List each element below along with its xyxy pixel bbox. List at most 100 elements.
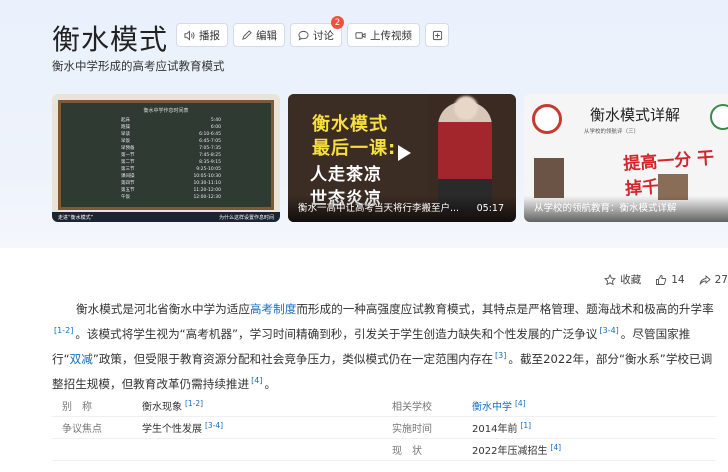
pencil-icon	[242, 29, 252, 40]
alias-citation[interactable]: [1-2]	[185, 399, 203, 408]
poster-photo	[534, 158, 564, 198]
edit-label: 编辑	[256, 29, 277, 42]
discuss-badge: 2	[331, 16, 344, 29]
board-row-time: 7:45-8:25	[199, 153, 221, 158]
info-divider	[52, 416, 716, 417]
board-row-time: 6:00	[210, 125, 221, 130]
poster-caption: 从学校的领航教育：衡水模式详解	[534, 203, 677, 214]
board-row-time: 10:30-11:10	[193, 181, 221, 186]
time-value-text: 2014年前	[472, 424, 518, 435]
board-footer-left: 走进“衡水模式”	[58, 215, 94, 221]
summary-paragraph: 衡水模式是河北省衡水中学为适应高考制度而形成的一种高强度应试教育模式，其特点是严…	[52, 298, 716, 395]
board-row-label: 午饭	[121, 195, 130, 200]
share-button[interactable]: 27	[699, 272, 728, 287]
board-row-label: 第三节	[121, 167, 135, 172]
play-button[interactable]: 播报	[176, 23, 228, 47]
board-row-label: 第四节	[121, 181, 135, 186]
focus-citation[interactable]: [3-4]	[205, 421, 223, 430]
share-icon	[699, 274, 711, 285]
link-gaokao-system[interactable]: 高考制度	[250, 302, 296, 316]
board-row-time: 12:00-12:30	[193, 195, 221, 200]
school-link[interactable]: 衡水中学	[472, 402, 512, 413]
board-row-time: 6:45-7:05	[199, 139, 221, 144]
blurred-face	[454, 96, 478, 120]
info-value-alias: 衡水现象 [1-2]	[142, 398, 203, 413]
board-rows: 起床 5:40 跑操 6:00 早读 6:10-6:45 早饭 6:45-7:05 早预备 7:0…	[121, 117, 221, 201]
favorite-label: 收藏	[620, 274, 642, 286]
info-divider	[52, 460, 716, 461]
edit-button[interactable]: 编辑	[233, 23, 285, 47]
blackboard-image: 衡水中学作息时间表 起床 5:40 跑操 6:00 早读 6:10-6:45 早饭 6:45-…	[58, 100, 274, 210]
citation-1[interactable]: [1-2]	[54, 326, 73, 335]
add-button[interactable]	[425, 23, 449, 47]
upload-video-button[interactable]: 上传视频	[347, 23, 420, 47]
discuss-label: 讨论	[313, 29, 334, 42]
info-divider	[52, 438, 716, 439]
video-line-2: 最后一课:	[312, 138, 397, 159]
info-value-status: 2022年压减招生 [4]	[472, 442, 561, 457]
toolbar: 播报 编辑 讨论 2 上传视频	[176, 16, 449, 47]
discuss-button[interactable]: 讨论 2	[290, 16, 344, 47]
board-row-label: 起床	[121, 118, 130, 123]
info-value-school: 衡水中学 [4]	[472, 398, 526, 413]
info-key-alias: 别 称	[62, 402, 92, 413]
share-count: 27	[714, 273, 728, 286]
summary-text-5: ”政策，但受限于教育资源分配和社会竞争压力，类似模式仍在一定范围内存在	[92, 352, 494, 366]
link-double-reduction[interactable]: 双减	[70, 352, 93, 366]
star-icon	[604, 273, 617, 285]
video-duration: 05:17	[476, 203, 504, 214]
summary-text-1: 衡水模式是河北省衡水中学为适应	[76, 302, 250, 316]
board-row-time: 9:25-10:05	[196, 167, 221, 172]
info-key-time: 实施时间	[392, 424, 432, 435]
status-citation[interactable]: [4]	[550, 443, 561, 452]
poster-subtitle: 从学校的领航评（三）	[584, 129, 640, 135]
board-row-time: 8:35-9:15	[199, 160, 221, 165]
board-row-time: 5:40	[210, 118, 221, 123]
article-actions: 收藏 14 27	[604, 272, 728, 287]
favorite-button[interactable]: 收藏	[604, 272, 641, 287]
info-key-focus: 争议焦点	[62, 424, 102, 435]
board-row: 第四节 10:30-11:10	[121, 180, 221, 187]
info-key-school: 相关学校	[392, 402, 432, 413]
thumbs-up-icon	[656, 274, 667, 285]
board-heading: 衡水中学作息时间表	[143, 108, 189, 114]
board-row: 第五节 11:20-12:00	[121, 187, 221, 194]
board-row-label: 第一节	[121, 153, 135, 158]
board-row-time: 10:05-10:30	[193, 174, 221, 179]
citation-3[interactable]: [3]	[495, 351, 506, 360]
info-value-time: 2014年前 [1]	[472, 420, 531, 435]
play-label: 播报	[199, 29, 220, 42]
media-video[interactable]: 衡水模式 最后一课: 人走茶凉 世态炎凉 衡水一高中让高考当天将行李搬至户...…	[288, 94, 516, 222]
board-row-label: 跑操	[121, 125, 130, 130]
media-schedule-board[interactable]: 衡水中学作息时间表 起床 5:40 跑操 6:00 早读 6:10-6:45 早饭 6:45-…	[52, 94, 280, 222]
school-citation[interactable]: [4]	[515, 399, 526, 408]
board-row: 跑操 6:00	[121, 124, 221, 131]
board-row-label: 第五节	[121, 188, 135, 193]
time-citation[interactable]: [1]	[520, 421, 531, 430]
board-row: 第三节 9:25-10:05	[121, 166, 221, 173]
video-line-3: 人走茶凉	[310, 165, 382, 185]
video-camera-icon	[355, 31, 366, 39]
board-row: 午饭 12:00-12:30	[121, 194, 221, 201]
board-row: 课间操 10:05-10:30	[121, 173, 221, 180]
board-row-label: 早读	[121, 132, 130, 137]
like-button[interactable]: 14	[655, 272, 685, 287]
board-row-label: 早预备	[121, 146, 135, 151]
page-title: 衡水模式	[52, 23, 169, 56]
board-row: 早读 6:10-6:45	[121, 131, 221, 138]
page-subtitle: 衡水中学形成的高考应试教育模式	[52, 59, 225, 73]
summary-text-2: 而形成的一种高强度应试教育模式，其特点是严格管理、题海战术和极高的升学率	[296, 302, 714, 316]
board-row-time: 6:10-6:45	[199, 132, 221, 137]
board-row: 第一节 7:45-8:25	[121, 152, 221, 159]
board-row: 第二节 8:35-9:15	[121, 159, 221, 166]
board-row-label: 课间操	[121, 174, 135, 179]
upload-label: 上传视频	[370, 29, 412, 42]
board-row: 早饭 6:45-7:05	[121, 138, 221, 145]
citation-2[interactable]: [3-4]	[599, 326, 618, 335]
video-line-1: 衡水模式	[312, 114, 388, 135]
chat-bubble-icon	[298, 30, 309, 41]
play-icon[interactable]	[392, 142, 414, 164]
plus-square-icon	[432, 30, 442, 40]
media-poster[interactable]: 衡水模式详解 从学校的领航评（三） 提高一分 干掉千人 从学校的领航教育：衡水模…	[524, 94, 728, 222]
citation-4[interactable]: [4]	[251, 376, 262, 385]
